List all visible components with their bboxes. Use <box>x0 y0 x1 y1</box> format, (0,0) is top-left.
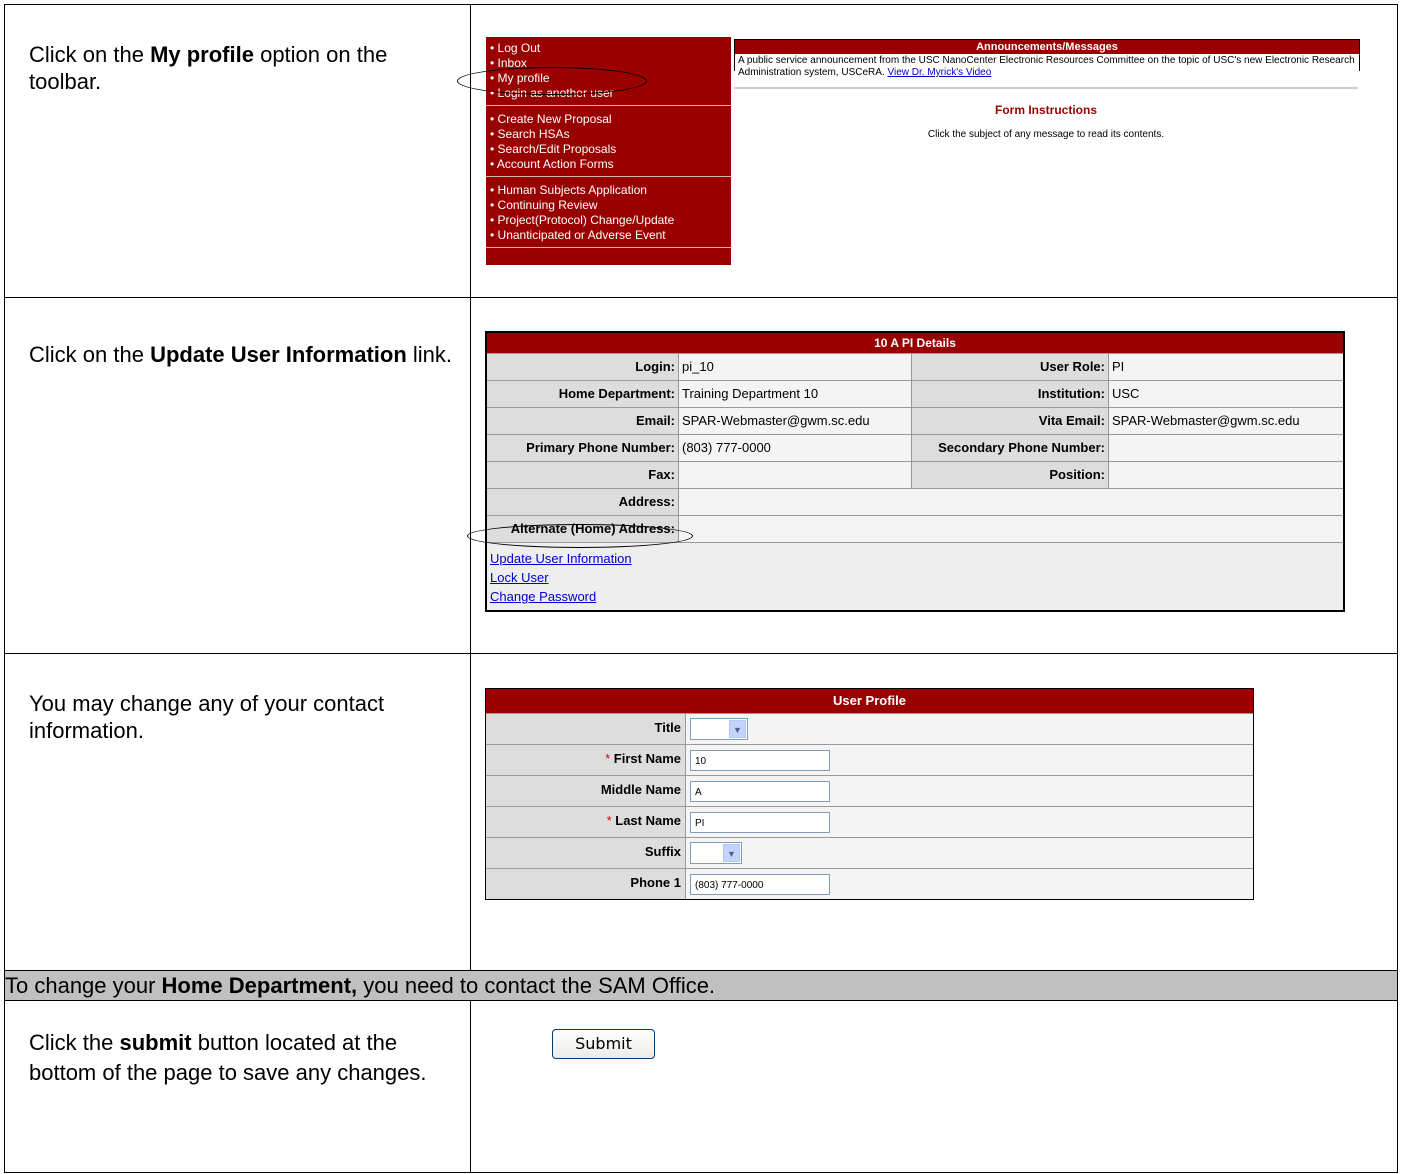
step-3-text: You may change any of your contact infor… <box>29 691 385 743</box>
menu-log-out[interactable]: • Log Out <box>490 41 727 56</box>
menu-human-subjects[interactable]: • Human Subjects Application <box>490 183 727 198</box>
menu-search-edit-proposals[interactable]: • Search/Edit Proposals <box>490 142 727 157</box>
menu-continuing-review[interactable]: • Continuing Review <box>490 198 727 213</box>
phone1-value: (803) 777-0000 <box>679 435 912 461</box>
first-name-label: * First Name <box>486 745 686 775</box>
step-2-cell: Click on the Update User Information lin… <box>4 297 471 654</box>
user-profile-title: User Profile <box>486 689 1253 713</box>
step-2-screenshot: 10 A PI Details Login: pi_10 User Role: … <box>467 297 1398 654</box>
table-row: Home Department: Training Department 10 … <box>487 380 1343 407</box>
update-user-info-link[interactable]: Update User Information <box>490 549 1340 568</box>
video-link[interactable]: View Dr. Myrick's Video <box>888 67 992 78</box>
announcements-title: Announcements/Messages <box>735 40 1359 54</box>
address-value <box>679 489 1343 515</box>
menu-group-2: • Create New Proposal • Search HSAs • Se… <box>486 112 731 177</box>
suffix-label: Suffix <box>486 838 686 868</box>
title-select[interactable]: ▼ <box>690 718 748 740</box>
user-profile-form: User Profile Title ▼ * First Name 10 Mid… <box>485 688 1254 900</box>
suffix-select[interactable]: ▼ <box>690 842 742 864</box>
required-mark: * <box>606 813 612 828</box>
menu-group-3: • Human Subjects Application • Continuin… <box>486 183 731 248</box>
announcements-body: A public service announcement from the U… <box>735 54 1359 80</box>
login-label: Login: <box>487 354 679 380</box>
inst-label: Institution: <box>912 381 1109 407</box>
position-label: Position: <box>912 462 1109 488</box>
position-value <box>1109 462 1343 488</box>
last-name-label: * Last Name <box>486 807 686 837</box>
step-2-text: Click on the Update User Information lin… <box>29 342 453 367</box>
dept-label: Home Department: <box>487 381 679 407</box>
menu-create-proposal[interactable]: • Create New Proposal <box>490 112 727 127</box>
first-name-input[interactable]: 10 <box>690 749 830 771</box>
form-row-suffix: Suffix ▼ <box>486 837 1253 868</box>
role-value: PI <box>1109 354 1343 380</box>
lock-user-link[interactable]: Lock User <box>490 568 1340 587</box>
step-3-screenshot: User Profile Title ▼ * First Name 10 Mid… <box>470 653 1398 971</box>
dept-value: Training Department 10 <box>679 381 912 407</box>
chevron-down-icon: ▼ <box>723 844 740 862</box>
step-1-cell: Click on the My profile option on the to… <box>4 4 471 298</box>
form-instructions-text: Click the subject of any message to read… <box>927 129 1165 140</box>
title-label: Title <box>486 714 686 744</box>
highlight-oval-update-link <box>467 524 693 548</box>
form-row-last-name: * Last Name PI <box>486 806 1253 837</box>
login-value: pi_10 <box>679 354 912 380</box>
step-1-text: Click on the My profile option on the to… <box>29 42 388 94</box>
menu-account-action-forms[interactable]: • Account Action Forms <box>490 157 727 172</box>
menu-adverse-event[interactable]: • Unanticipated or Adverse Event <box>490 228 727 243</box>
note-band: To change your Home Department, you need… <box>4 970 1398 1001</box>
last-name-input[interactable]: PI <box>690 811 830 833</box>
table-row: Primary Phone Number: (803) 777-0000 Sec… <box>487 434 1343 461</box>
phone2-label: Secondary Phone Number: <box>912 435 1109 461</box>
vita-label: Vita Email: <box>912 408 1109 434</box>
step-5-cell: Click the submit button located at the b… <box>4 1000 471 1173</box>
form-row-title: Title ▼ <box>486 713 1253 744</box>
instruction-table: Click on the My profile option on the to… <box>4 4 1398 1173</box>
form-row-first-name: * First Name 10 <box>486 744 1253 775</box>
step-5-text: Click the submit button located at the b… <box>29 1030 427 1085</box>
table-row: Email: SPAR-Webmaster@gwm.sc.edu Vita Em… <box>487 407 1343 434</box>
table-row: Login: pi_10 User Role: PI <box>487 353 1343 380</box>
chevron-down-icon: ▼ <box>729 720 746 738</box>
phone2-value <box>1109 435 1343 461</box>
alt-address-value <box>679 516 1343 542</box>
vita-value: SPAR-Webmaster@gwm.sc.edu <box>1109 408 1343 434</box>
form-instructions-title: Form Instructions <box>994 103 1097 117</box>
announcements-box: Announcements/Messages A public service … <box>734 39 1360 80</box>
step-5-screenshot: Submit <box>470 1000 1398 1173</box>
phone-input[interactable]: (803) 777-0000 <box>690 873 830 895</box>
form-row-middle-name: Middle Name A <box>486 775 1253 806</box>
step-1-screenshot: • Log Out • Inbox • My profile • Login a… <box>457 4 1398 298</box>
submit-button[interactable]: Submit <box>552 1029 655 1059</box>
address-label: Address: <box>487 489 679 515</box>
inst-value: USC <box>1109 381 1343 407</box>
step-3-cell: You may change any of your contact infor… <box>4 653 471 971</box>
pi-links: Update User Information Lock User Change… <box>487 542 1343 610</box>
email-label: Email: <box>487 408 679 434</box>
pi-details-title: 10 A PI Details <box>487 333 1343 353</box>
middle-name-label: Middle Name <box>486 776 686 806</box>
phone-label: Phone 1 <box>486 869 686 899</box>
email-value: SPAR-Webmaster@gwm.sc.edu <box>679 408 912 434</box>
phone1-label: Primary Phone Number: <box>487 435 679 461</box>
menu-project-change[interactable]: • Project(Protocol) Change/Update <box>490 213 727 228</box>
pi-details-table: 10 A PI Details Login: pi_10 User Role: … <box>485 331 1345 612</box>
table-row: Address: <box>487 488 1343 515</box>
table-row: Fax: Position: <box>487 461 1343 488</box>
form-row-phone: Phone 1 (803) 777-0000 <box>486 868 1253 899</box>
fax-label: Fax: <box>487 462 679 488</box>
role-label: User Role: <box>912 354 1109 380</box>
fax-value <box>679 462 912 488</box>
required-mark: * <box>605 751 611 766</box>
change-password-link[interactable]: Change Password <box>490 587 1340 606</box>
divider <box>734 87 1358 89</box>
highlight-oval-my-profile <box>457 67 647 95</box>
middle-name-input[interactable]: A <box>690 780 830 802</box>
menu-search-hsas[interactable]: • Search HSAs <box>490 127 727 142</box>
